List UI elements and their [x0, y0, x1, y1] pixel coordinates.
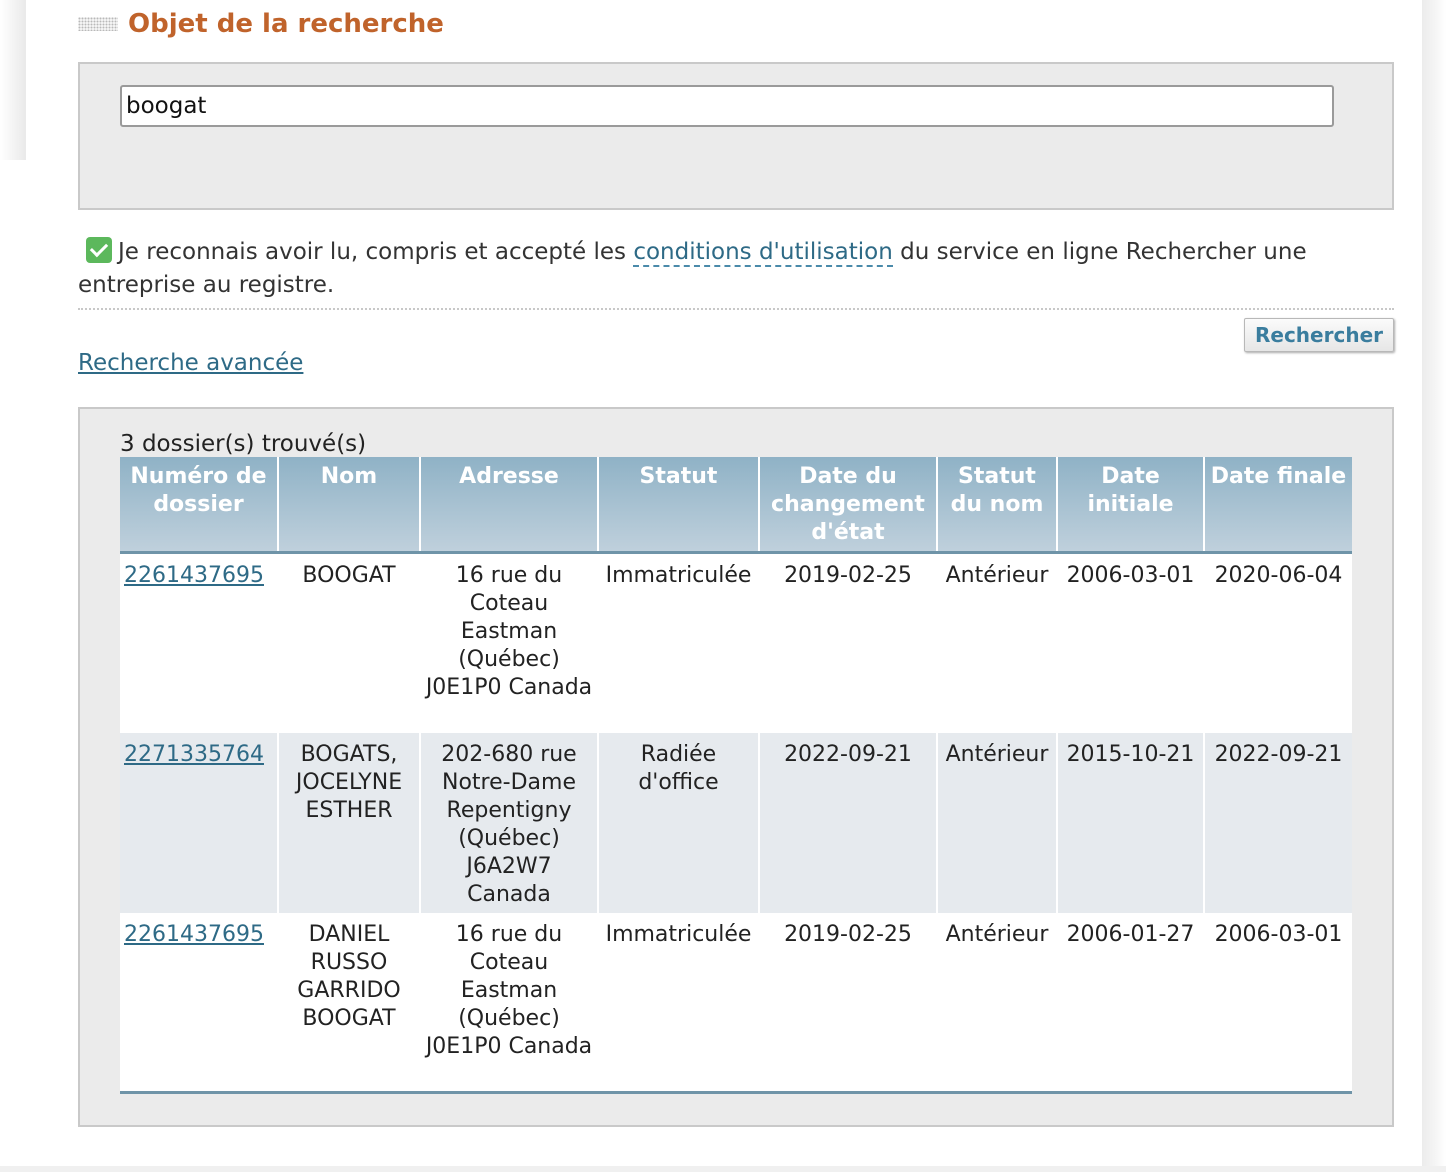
col-header-statut[interactable]: Statut [597, 457, 759, 554]
col-header-dossier[interactable]: Numéro de dossier [120, 457, 278, 554]
col-header-date-initiale[interactable]: Date initiale [1056, 457, 1204, 554]
results-count: 3 dossier(s) trouvé(s) [120, 431, 367, 457]
cell-date-initiale: 2015-10-21 [1056, 732, 1204, 913]
cell-nom: BOGATS, JOCELYNE ESTHER [277, 732, 420, 913]
advanced-search-link[interactable]: Recherche avancée [78, 350, 303, 376]
cell-adresse: 16 rue du Coteau Eastman (Québec) J0E1P0… [419, 552, 598, 733]
cell-date-initiale: 2006-01-27 [1056, 912, 1204, 1094]
consent-text-before: Je reconnais avoir lu, compris et accept… [118, 239, 634, 265]
cell-dossier: 2261437695 [120, 552, 278, 733]
table-row: 2271335764 BOGATS, JOCELYNE ESTHER 202-6… [120, 732, 1352, 913]
section-title-text: Objet de la recherche [128, 9, 444, 39]
page-shadow-right [1422, 0, 1446, 1172]
cell-statut: Immatriculée [597, 552, 759, 733]
cell-date-changement: 2022-09-21 [758, 732, 937, 913]
col-header-date-finale[interactable]: Date finale [1203, 457, 1352, 554]
cell-date-finale: 2006-03-01 [1203, 912, 1352, 1094]
table-header-row: Numéro de dossier Nom Adresse Statut Dat… [120, 457, 1352, 554]
cell-date-initiale: 2006-03-01 [1056, 552, 1204, 733]
page-shadow-left [0, 0, 26, 160]
results-panel: 3 dossier(s) trouvé(s) Numéro de dossier… [78, 407, 1394, 1127]
cell-statut: Immatriculée [597, 912, 759, 1094]
cell-date-finale: 2022-09-21 [1203, 732, 1352, 913]
col-header-statut-nom[interactable]: Statut du nom [936, 457, 1057, 554]
cell-statut-nom: Antérieur [936, 912, 1057, 1094]
cell-nom: BOOGAT [277, 552, 420, 733]
results-table: Numéro de dossier Nom Adresse Statut Dat… [120, 457, 1352, 1094]
title-dots-icon [78, 17, 118, 31]
col-header-date-changement[interactable]: Date du changement d'état [758, 457, 937, 554]
cell-statut-nom: Antérieur [936, 732, 1057, 913]
cell-statut: Radiée d'office [597, 732, 759, 913]
dossier-link[interactable]: 2261437695 [124, 922, 264, 947]
cell-dossier: 2261437695 [120, 912, 278, 1094]
consent-checkbox[interactable] [86, 237, 112, 263]
consent-text: Je reconnais avoir lu, compris et accept… [78, 236, 1394, 302]
cell-date-changement: 2019-02-25 [758, 912, 937, 1094]
section-title: Objet de la recherche [78, 6, 444, 42]
col-header-nom[interactable]: Nom [277, 457, 420, 554]
cell-adresse: 202-680 rue Notre-Dame Repentigny (Québe… [419, 732, 598, 913]
table-row: 2261437695 BOOGAT 16 rue du Coteau Eastm… [120, 552, 1352, 733]
divider [78, 308, 1394, 310]
cell-statut-nom: Antérieur [936, 552, 1057, 733]
cell-dossier: 2271335764 [120, 732, 278, 913]
table-row: 2261437695 DANIEL RUSSO GARRIDO BOOGAT 1… [120, 912, 1352, 1094]
cell-adresse: 16 rue du Coteau Eastman (Québec) J0E1P0… [419, 912, 598, 1094]
cell-nom: DANIEL RUSSO GARRIDO BOOGAT [277, 912, 420, 1094]
cell-date-finale: 2020-06-04 [1203, 552, 1352, 733]
terms-link[interactable]: conditions d'utilisation [633, 239, 893, 267]
page-bottom-edge [0, 1166, 1446, 1172]
search-panel: boogat [78, 62, 1394, 210]
cell-date-changement: 2019-02-25 [758, 552, 937, 733]
search-input[interactable]: boogat [120, 85, 1334, 127]
dossier-link[interactable]: 2261437695 [124, 563, 264, 588]
col-header-adresse[interactable]: Adresse [419, 457, 598, 554]
dossier-link[interactable]: 2271335764 [124, 742, 264, 767]
search-button[interactable]: Rechercher [1244, 318, 1394, 352]
